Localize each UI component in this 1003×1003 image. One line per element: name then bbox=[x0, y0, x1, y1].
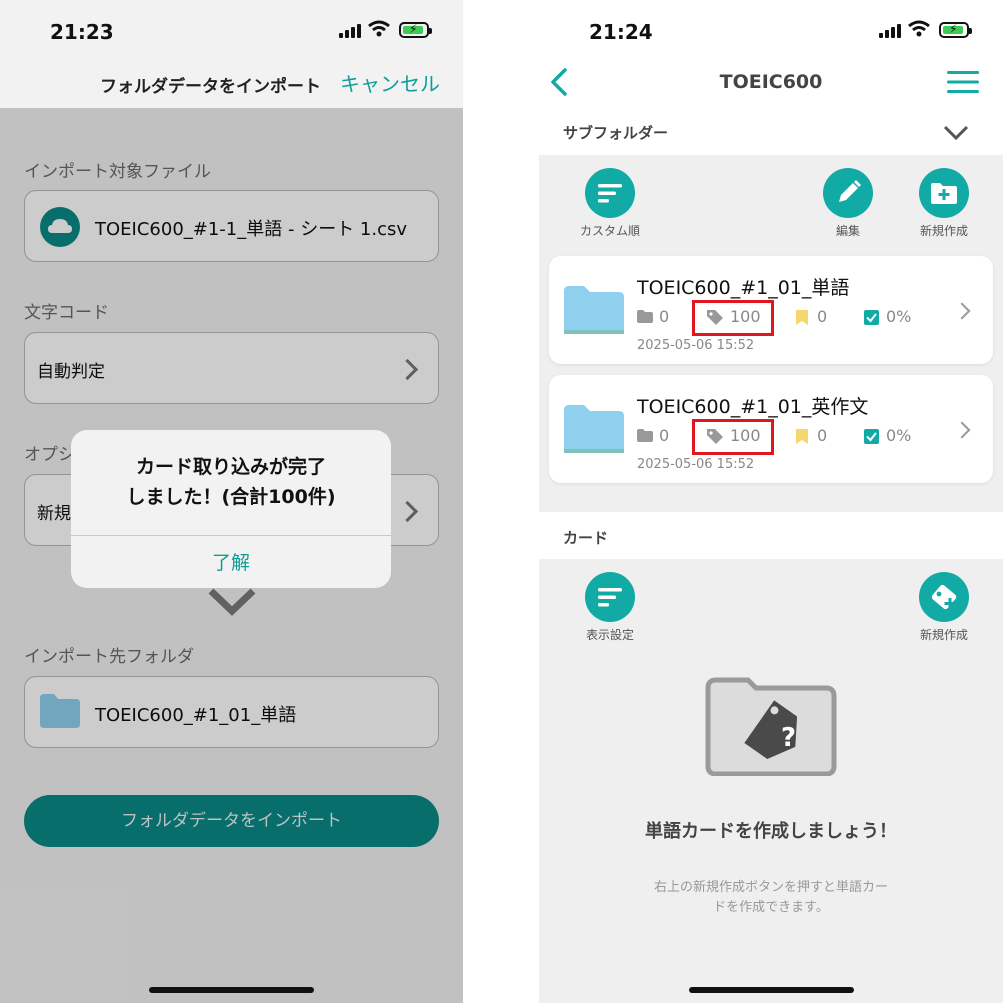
status-time: 21:24 bbox=[589, 20, 653, 44]
display-settings-label: 表示設定 bbox=[585, 628, 634, 642]
updated-date: 2025-05-06 15:52 bbox=[637, 338, 755, 353]
card-count: 100 bbox=[730, 426, 761, 445]
empty-hint-line-1: 右上の新規作成ボタンを押すと単語カー bbox=[653, 880, 888, 895]
sort-icon bbox=[598, 588, 622, 607]
folder-plus-icon bbox=[931, 183, 957, 204]
updated-date: 2025-05-06 15:52 bbox=[637, 457, 755, 472]
battery-icon: ⚡ bbox=[939, 22, 972, 38]
new-card-button[interactable] bbox=[919, 572, 969, 622]
menu-icon[interactable] bbox=[947, 70, 979, 94]
alert-line-1: カード取り込みが完了 bbox=[135, 456, 326, 478]
bookmark-count: 0 bbox=[817, 426, 828, 445]
signal-icon bbox=[879, 24, 901, 38]
bookmark-icon bbox=[796, 310, 808, 325]
cancel-button[interactable]: キャンセル bbox=[340, 68, 440, 97]
subfolder-count-icon bbox=[637, 429, 653, 442]
alert-divider bbox=[71, 535, 391, 536]
wifi-icon bbox=[368, 20, 390, 37]
folder-card[interactable]: TOEIC600_#1_01_単語 0 100 0 0% 2025-05-06 … bbox=[549, 256, 993, 364]
card-count: 100 bbox=[730, 307, 761, 326]
battery-icon: ⚡ bbox=[399, 22, 432, 38]
chevron-right-icon bbox=[953, 302, 971, 320]
empty-title: 単語カードを作成しましょう！ bbox=[645, 821, 897, 842]
bookmark-count: 0 bbox=[817, 307, 828, 326]
card-section-header: カード bbox=[539, 512, 1003, 559]
nav-title: TOEIC600 bbox=[719, 71, 823, 93]
subfolder-count: 0 bbox=[659, 426, 670, 445]
empty-hint-line-2: ドを作成できます。 bbox=[713, 900, 829, 915]
alert-line-2: しました！(合計100件) bbox=[126, 486, 336, 508]
alert-dialog: カード取り込みが完了 しました！(合計100件) 了解 bbox=[71, 430, 391, 588]
new-card-label: 新規作成 bbox=[919, 628, 968, 642]
nav-header: フォルダデータをインポート キャンセル bbox=[0, 58, 463, 108]
left-screen: 21:23 ⚡ フォルダデータをインポート キャンセル インポート対象ファイル … bbox=[0, 0, 463, 1003]
pencil-icon bbox=[839, 180, 861, 202]
folder-icon bbox=[564, 405, 624, 453]
home-indicator bbox=[689, 987, 854, 993]
alert-ok-button[interactable]: 了解 bbox=[71, 548, 391, 575]
bookmark-icon bbox=[796, 429, 808, 444]
folder-name: TOEIC600_#1_01_単語 bbox=[637, 277, 850, 299]
folder-name: TOEIC600_#1_01_英作文 bbox=[637, 396, 869, 418]
tag-icon bbox=[707, 429, 723, 444]
check-icon bbox=[864, 310, 879, 325]
status-time: 21:23 bbox=[50, 20, 114, 44]
subfolder-section-label: サブフォルダー bbox=[563, 124, 669, 142]
back-button[interactable] bbox=[549, 68, 569, 96]
chevron-right-icon bbox=[953, 421, 971, 439]
check-icon bbox=[864, 429, 879, 444]
folder-icon bbox=[564, 286, 624, 334]
home-indicator bbox=[149, 987, 314, 993]
folder-card[interactable]: TOEIC600_#1_01_英作文 0 100 0 0% 2025-05-06… bbox=[549, 375, 993, 483]
display-settings-button[interactable] bbox=[585, 572, 635, 622]
card-plus-icon bbox=[931, 584, 957, 610]
new-subfolder-button[interactable] bbox=[919, 168, 969, 218]
edit-label: 編集 bbox=[835, 224, 860, 238]
wifi-icon bbox=[908, 20, 930, 37]
edit-button[interactable] bbox=[823, 168, 873, 218]
signal-icon bbox=[339, 24, 361, 38]
new-subfolder-label: 新規作成 bbox=[919, 224, 968, 238]
chevron-down-icon[interactable] bbox=[943, 125, 969, 141]
subfolder-count-icon bbox=[637, 310, 653, 323]
right-screen: 21:24 ⚡ TOEIC600 サブフォルダー カスタム順 編集 新規作成 T… bbox=[539, 0, 1003, 1003]
custom-sort-label: カスタム順 bbox=[579, 224, 640, 238]
progress: 0% bbox=[886, 426, 912, 445]
page-title: フォルダデータをインポート bbox=[100, 77, 321, 97]
subfolder-count: 0 bbox=[659, 307, 670, 326]
tag-icon bbox=[707, 310, 723, 325]
empty-folder-tag-icon: ? bbox=[705, 677, 837, 776]
sort-icon bbox=[598, 184, 622, 203]
custom-sort-button[interactable] bbox=[585, 168, 635, 218]
progress: 0% bbox=[886, 307, 912, 326]
svg-text:?: ? bbox=[781, 723, 796, 753]
card-section-label: カード bbox=[563, 529, 609, 547]
